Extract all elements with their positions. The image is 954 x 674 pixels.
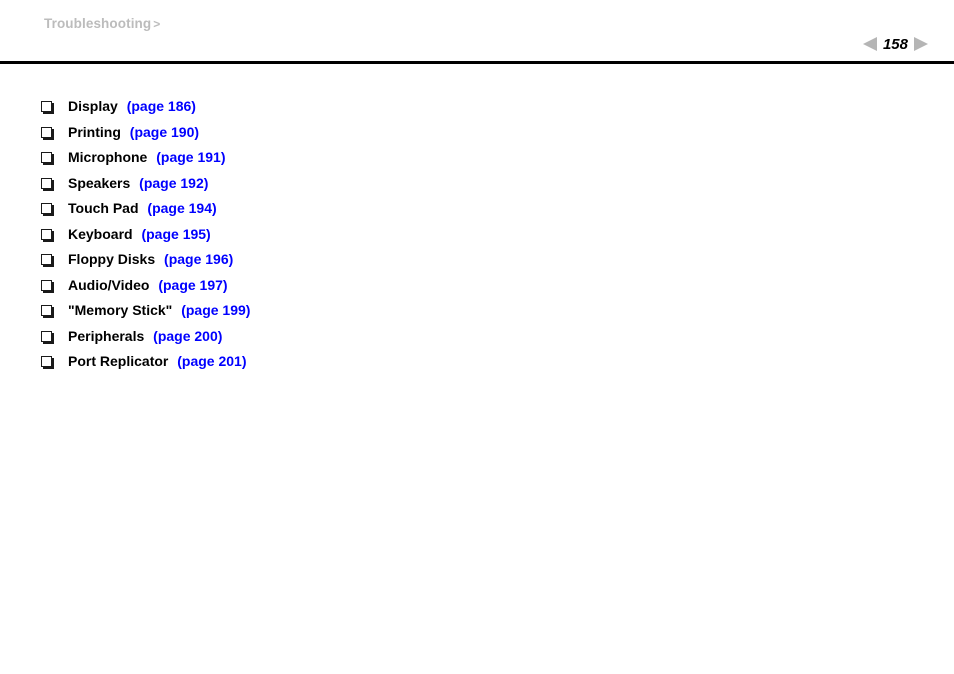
hollow-square-bullet-icon [41,279,52,291]
pager: 158 [862,34,928,54]
breadcrumb: Troubleshooting > [44,16,160,31]
topic-page-link[interactable]: (page 194) [142,200,216,216]
breadcrumb-separator-icon: > [153,17,161,31]
hollow-square-bullet-icon [41,177,52,189]
list-item[interactable]: Microphone (page 191) [0,145,954,171]
topic-page-link[interactable]: (page 195) [136,226,210,242]
topic-page-link[interactable]: (page 190) [125,124,199,140]
topic-label: Keyboard [68,225,133,242]
topic-page-link[interactable]: (page 186) [122,98,196,114]
list-item[interactable]: Port Replicator (page 201) [0,349,954,375]
next-page-icon[interactable] [914,37,928,51]
list-item[interactable]: Display (page 186) [0,94,954,120]
topic-label: Peripherals [68,327,145,344]
topic-page-link[interactable]: (page 192) [134,175,208,191]
topic-page-link[interactable]: (page 201) [172,353,246,369]
list-item[interactable]: Printing (page 190) [0,120,954,146]
topic-page-link[interactable]: (page 200) [148,328,222,344]
list-item[interactable]: Peripherals (page 200) [0,324,954,350]
topic-label: Floppy Disks [68,251,156,267]
topic-label: Display [68,98,118,114]
topic-label: Speakers [68,174,131,191]
breadcrumb-item-troubleshooting[interactable]: Troubleshooting [44,16,151,31]
list-item[interactable]: Keyboard (page 195) [0,222,954,248]
topic-page-link[interactable]: (page 197) [153,277,227,293]
list-item[interactable]: Speakers (page 192) [0,171,954,197]
hollow-square-bullet-icon [41,330,52,342]
troubleshooting-topic-list: Display (page 186) Printing (page 190) M… [0,94,954,375]
hollow-square-bullet-icon [41,126,52,138]
page-number: 158 [882,35,908,53]
hollow-square-bullet-icon [41,228,52,240]
hollow-square-bullet-icon [41,152,52,163]
topic-label: Touch Pad [68,200,139,216]
list-item[interactable]: "Memory Stick" (page 199) [0,298,954,324]
topic-label: Microphone [68,149,148,165]
previous-page-icon[interactable] [862,37,877,51]
list-item[interactable]: Audio/Video (page 197) [0,273,954,299]
hollow-square-bullet-icon [41,101,52,112]
topic-label: Audio/Video [68,276,150,293]
hollow-square-bullet-icon [41,254,52,265]
hollow-square-bullet-icon [41,203,52,214]
hollow-square-bullet-icon [41,305,52,316]
hollow-square-bullet-icon [41,356,52,367]
topic-page-link[interactable]: (page 199) [176,302,250,318]
list-item[interactable]: Floppy Disks (page 196) [0,247,954,273]
topic-page-link[interactable]: (page 196) [159,251,233,267]
page-header: Troubleshooting > 158 [0,0,954,64]
topic-label: "Memory Stick" [68,302,173,318]
topic-label: Port Replicator [68,353,169,369]
list-item[interactable]: Touch Pad (page 194) [0,196,954,222]
topic-page-link[interactable]: (page 191) [151,149,225,165]
header-divider [0,61,954,64]
topic-label: Printing [68,123,121,140]
